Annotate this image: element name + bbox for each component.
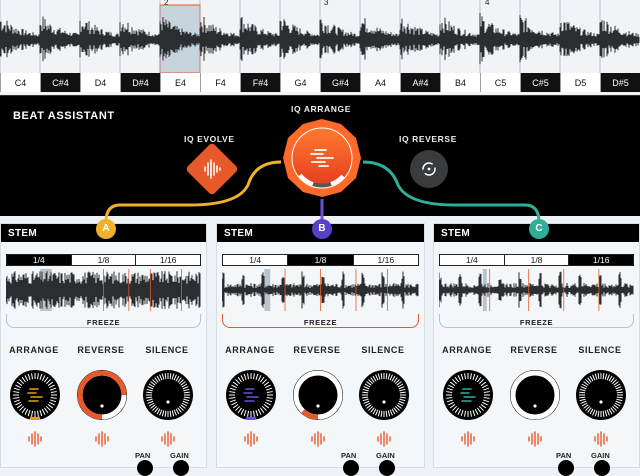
reverse-cycle-icon	[422, 162, 436, 176]
gain-knob[interactable]	[594, 460, 610, 476]
reverse-knob[interactable]	[509, 369, 561, 421]
stem-waveform[interactable]	[222, 269, 419, 311]
silence-label: SILENCE	[578, 345, 622, 355]
pan-knob[interactable]	[343, 460, 359, 476]
gain-label: GAIN	[376, 451, 395, 460]
gain-label: GAIN	[591, 451, 610, 460]
iq-reverse-button[interactable]	[410, 150, 448, 188]
grid-option[interactable]: 1/4	[223, 255, 287, 265]
grid-option[interactable]: 1/8	[287, 255, 353, 265]
freeze-button[interactable]: FREEZE	[439, 314, 634, 328]
freeze-button[interactable]: FREEZE	[6, 314, 201, 328]
stem-badge-c: C	[529, 219, 549, 239]
iq-evolve-button[interactable]	[185, 142, 239, 196]
stem-panel-c: STEM 1/4 1/8 1/16 FREEZE ARRANGE REVERSE S…	[433, 223, 640, 476]
grid-option[interactable]: 1/16	[352, 255, 418, 265]
reverse-label: REVERSE	[510, 345, 558, 355]
pan-label: PAN	[556, 451, 572, 460]
stem-waveform[interactable]	[6, 269, 201, 311]
reverse-knob[interactable]	[76, 369, 128, 421]
pan-label: PAN	[135, 451, 151, 460]
grid-option[interactable]: 1/16	[568, 255, 634, 265]
grid-option[interactable]: 1/8	[503, 255, 569, 265]
reverse-label: REVERSE	[293, 345, 341, 355]
waveform-icon	[594, 431, 608, 447]
waveform-icon	[461, 431, 475, 447]
gain-knob[interactable]	[379, 460, 395, 476]
silence-knob[interactable]	[142, 369, 194, 421]
reverse-label: REVERSE	[77, 345, 125, 355]
waveform-icon	[204, 159, 221, 179]
arrange-knob[interactable]	[9, 369, 61, 421]
gain-knob[interactable]	[173, 460, 189, 476]
grid-selector[interactable]: 1/4 1/8 1/16	[439, 254, 634, 266]
arrange-label: ARRANGE	[442, 345, 492, 355]
grid-option[interactable]: 1/16	[135, 255, 200, 265]
arrange-knob[interactable]	[225, 369, 277, 421]
stem-waveform[interactable]	[439, 269, 634, 311]
silence-label: SILENCE	[361, 345, 405, 355]
freeze-button[interactable]: FREEZE	[222, 314, 419, 328]
stem-badge-b: B	[312, 219, 332, 239]
arrange-label: ARRANGE	[9, 345, 59, 355]
waveform-icon	[311, 431, 325, 447]
grid-option[interactable]: 1/4	[7, 255, 71, 265]
silence-knob[interactable]	[575, 369, 627, 421]
pan-knob[interactable]	[137, 460, 153, 476]
waveform-icon	[161, 431, 175, 447]
grid-selector[interactable]: 1/4 1/8 1/16	[222, 254, 419, 266]
waveform-icon	[528, 431, 542, 447]
grid-selector[interactable]: 1/4 1/8 1/16	[6, 254, 201, 266]
stem-panel-a: STEM 1/4 1/8 1/16 FREEZE ARRANGE REVERSE S…	[0, 223, 207, 476]
silence-knob[interactable]	[358, 369, 410, 421]
iq-arrange-button[interactable]	[281, 117, 363, 199]
silence-label: SILENCE	[145, 345, 189, 355]
stem-badge-a: A	[96, 219, 116, 239]
waveform-icon	[28, 431, 42, 447]
waveform-icon	[244, 431, 258, 447]
grid-option[interactable]: 1/4	[440, 255, 504, 265]
arrange-label: ARRANGE	[225, 345, 275, 355]
waveform-icon	[95, 431, 109, 447]
pan-label: PAN	[341, 451, 357, 460]
gain-label: GAIN	[170, 451, 189, 460]
stem-panel-b: STEM 1/4 1/8 1/16 FREEZE ARRANGE REVERSE S…	[216, 223, 425, 476]
arrange-knob[interactable]	[442, 369, 494, 421]
grid-option[interactable]: 1/8	[70, 255, 136, 265]
iq-arrange-dial	[283, 119, 361, 197]
waveform-icon	[377, 431, 391, 447]
reverse-knob[interactable]	[292, 369, 344, 421]
pan-knob[interactable]	[558, 460, 574, 476]
